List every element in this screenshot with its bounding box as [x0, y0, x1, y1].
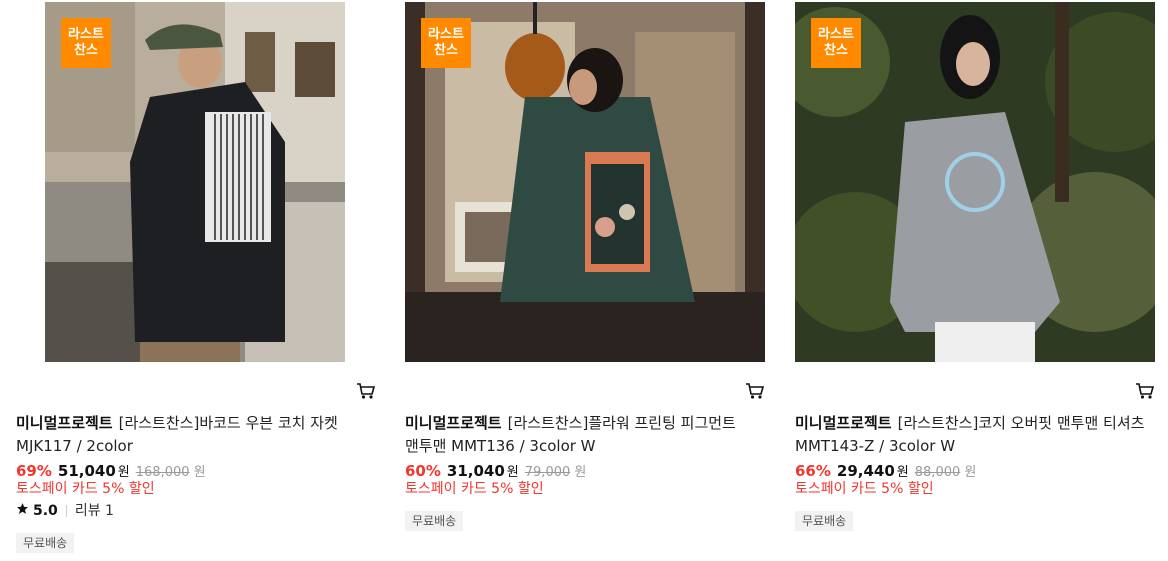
- original-currency: 원: [574, 465, 587, 480]
- discount-rate: 69%: [16, 462, 52, 480]
- product-image-2[interactable]: 라스트 찬스: [405, 2, 765, 362]
- discount-rate: 66%: [795, 462, 831, 480]
- divider: [65, 505, 67, 517]
- card-promo: 토스페이 카드 5% 할인: [16, 481, 155, 497]
- cart-icon[interactable]: [356, 382, 376, 400]
- original-currency: 원: [964, 465, 977, 480]
- sale-price: 29,440: [836, 462, 895, 480]
- product-title[interactable]: 미니멀프로젝트 [라스트찬스]바코드 우븐 코치 자켓 MJK117 / 2col…: [16, 412, 376, 458]
- badge-line-1: 라스트: [818, 27, 854, 42]
- last-chance-badge: 라스트 찬스: [811, 18, 861, 68]
- original-currency: 원: [193, 465, 206, 480]
- brand-name[interactable]: 미니멀프로젝트: [16, 414, 113, 432]
- product-title[interactable]: 미니멀프로젝트 [라스트찬스]코지 오버핏 맨투맨 티셔츠 MMT143-Z / …: [795, 412, 1155, 458]
- card-promo: 토스페이 카드 5% 할인: [795, 481, 934, 497]
- free-shipping-tag: 무료배송: [795, 511, 854, 531]
- product-image-1[interactable]: 라스트 찬스: [45, 2, 345, 362]
- price-row: 69% 51,040 원 168,000 원: [16, 462, 206, 482]
- rating: 5.0 리뷰 1: [16, 502, 114, 520]
- product-image-3[interactable]: 라스트 찬스: [795, 2, 1155, 362]
- badge-line-2: 찬스: [434, 43, 458, 58]
- sale-price: 31,040: [446, 462, 505, 480]
- cart-icon[interactable]: [1135, 382, 1155, 400]
- brand-name[interactable]: 미니멀프로젝트: [405, 414, 502, 432]
- free-shipping-tag: 무료배송: [16, 533, 75, 553]
- price-row: 66% 29,440 원 88,000 원: [795, 462, 976, 482]
- original-price-value: 168,000: [135, 465, 190, 480]
- badge-line-2: 찬스: [74, 43, 98, 58]
- product-title[interactable]: 미니멀프로젝트 [라스트찬스]플라워 프린팅 피그먼트 맨투맨 MMT136 / …: [405, 412, 765, 458]
- star-icon: [16, 502, 29, 520]
- brand-name[interactable]: 미니멀프로젝트: [795, 414, 892, 432]
- original-price-value: 79,000: [524, 465, 571, 480]
- price-row: 60% 31,040 원 79,000 원: [405, 462, 586, 482]
- card-promo: 토스페이 카드 5% 할인: [405, 481, 544, 497]
- discount-rate: 60%: [405, 462, 441, 480]
- last-chance-badge: 라스트 찬스: [61, 18, 111, 68]
- last-chance-badge: 라스트 찬스: [421, 18, 471, 68]
- cart-icon[interactable]: [745, 382, 765, 400]
- badge-line-1: 라스트: [68, 27, 104, 42]
- sale-price: 51,040: [57, 462, 116, 480]
- badge-line-1: 라스트: [428, 27, 464, 42]
- original-price-value: 88,000: [914, 465, 961, 480]
- rating-score: 5.0: [33, 503, 58, 519]
- review-count[interactable]: 리뷰 1: [75, 502, 114, 520]
- badge-line-2: 찬스: [824, 43, 848, 58]
- free-shipping-tag: 무료배송: [405, 511, 464, 531]
